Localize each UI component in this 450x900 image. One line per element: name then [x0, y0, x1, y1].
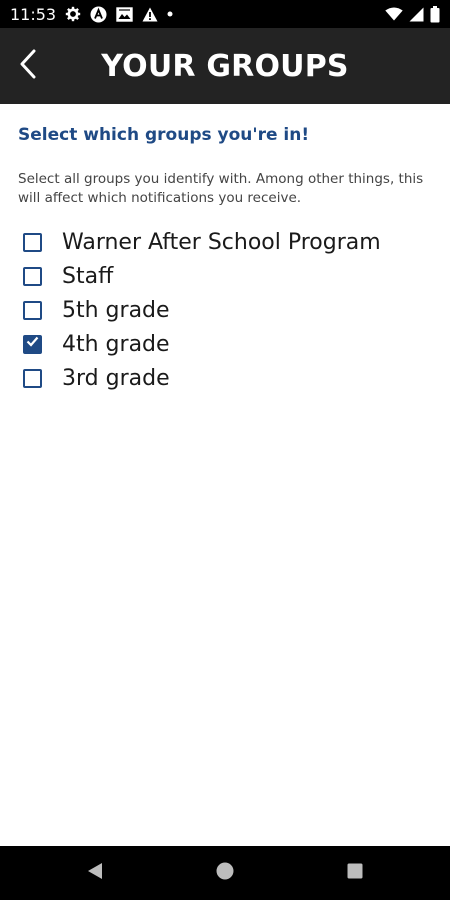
group-label: Warner After School Program [62, 229, 381, 255]
checkbox-unchecked[interactable] [23, 266, 42, 286]
checkbox-unchecked[interactable] [23, 232, 42, 252]
group-list: Warner After School Program Staff 5th gr… [0, 225, 450, 395]
back-triangle-icon [87, 862, 103, 885]
battery-icon [430, 5, 440, 23]
warning-icon [142, 7, 158, 22]
status-right [385, 5, 440, 23]
photo-icon [116, 6, 133, 22]
group-label: Staff [62, 263, 114, 289]
checkbox-unchecked[interactable] [23, 300, 42, 320]
group-label: 3rd grade [62, 365, 170, 391]
page-title: YOUR GROUPS [101, 48, 349, 84]
group-item-4th-grade[interactable]: 4th grade [0, 327, 450, 361]
status-bar: 11:53 [0, 0, 450, 28]
settings-icon [65, 6, 81, 22]
group-label: 5th grade [62, 297, 170, 323]
group-item-staff[interactable]: Staff [0, 259, 450, 293]
status-time: 11:53 [10, 4, 57, 24]
group-item-3rd-grade[interactable]: 3rd grade [0, 361, 450, 395]
checkbox-unchecked[interactable] [23, 368, 42, 388]
nav-home-button[interactable] [195, 846, 255, 900]
system-nav-bar [0, 846, 450, 900]
wifi-icon [385, 7, 403, 21]
recents-square-icon [347, 863, 363, 884]
nav-back-button[interactable] [65, 846, 125, 900]
group-item-5th-grade[interactable]: 5th grade [0, 293, 450, 327]
status-left: 11:53 [10, 5, 173, 24]
dot-icon [167, 11, 173, 17]
groups-heading: Select which groups you're in! [18, 125, 310, 145]
group-item-warner-after-school-program[interactable]: Warner After School Program [0, 225, 450, 259]
checkbox-checked[interactable] [23, 334, 42, 354]
home-circle-icon [216, 862, 234, 885]
group-label: 4th grade [62, 331, 170, 357]
signal-icon [409, 7, 424, 22]
nav-recents-button[interactable] [325, 846, 385, 900]
groups-description: Select all groups you identify with. Amo… [18, 171, 424, 206]
checkmark-icon [25, 334, 40, 354]
app-a-icon [90, 6, 107, 23]
app-header: YOUR GROUPS [0, 28, 450, 104]
